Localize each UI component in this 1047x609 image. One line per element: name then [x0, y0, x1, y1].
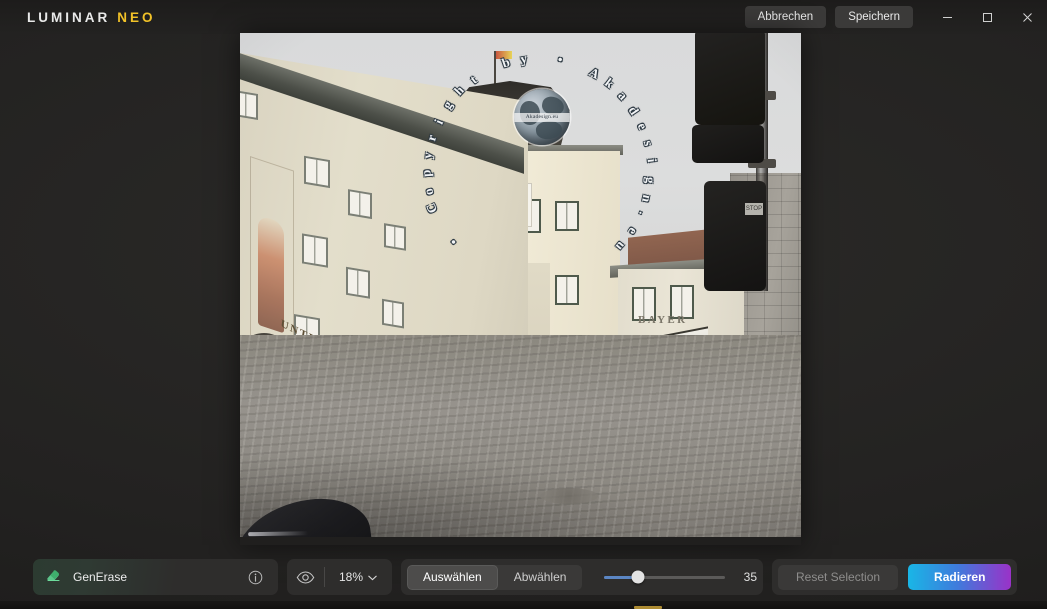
- deselect-mode-button[interactable]: Abwählen: [498, 565, 583, 590]
- action-panel: Reset Selection Radieren: [772, 559, 1018, 595]
- select-mode-button[interactable]: Auswählen: [407, 564, 498, 590]
- fresco-figure: [258, 214, 284, 334]
- taskbar-strip: [0, 601, 1047, 609]
- tool-panel: GenErase: [33, 559, 278, 595]
- window: [382, 298, 404, 329]
- photo: STADT BAYER BA: [240, 33, 801, 545]
- window: [304, 155, 330, 189]
- title-bar-actions: Abbrechen Speichern: [736, 0, 1047, 34]
- title-bar: LUMINAR NEO Abbrechen Speichern: [0, 0, 1047, 34]
- brush-size-value: 35: [743, 570, 757, 584]
- image-canvas[interactable]: STADT BAYER BA: [240, 33, 801, 545]
- window: [302, 233, 328, 268]
- close-icon[interactable]: [1007, 0, 1047, 34]
- save-button[interactable]: Speichern: [835, 6, 913, 28]
- info-icon[interactable]: [244, 566, 266, 588]
- selection-mode-toggle: Auswählen Abwählen: [407, 564, 583, 590]
- brush-size-slider[interactable]: 35: [604, 570, 757, 584]
- car-hood-glint: [248, 531, 309, 537]
- window: [346, 266, 370, 299]
- window: [555, 275, 579, 305]
- window: [555, 201, 579, 231]
- photo-letterbox: [240, 537, 801, 545]
- traffic-signal-housing: [692, 125, 764, 163]
- app-logo-luminar: LUMINAR: [27, 9, 111, 25]
- cancel-button[interactable]: Abbrechen: [744, 6, 827, 28]
- roof-flag: [496, 51, 512, 59]
- chevron-down-icon: [368, 570, 377, 584]
- erase-button[interactable]: Radieren: [908, 564, 1012, 590]
- maximize-icon[interactable]: [967, 0, 1007, 34]
- shop-sign-bayer: BAYER: [638, 314, 688, 326]
- traffic-signal-housing: [695, 33, 765, 125]
- app-logo: LUMINAR NEO: [27, 10, 156, 25]
- window: [348, 189, 372, 220]
- traffic-signal-housing: [704, 181, 766, 291]
- zoom-level-label: 18%: [338, 570, 364, 584]
- selection-panel: Auswählen Abwählen 35: [401, 559, 763, 595]
- reset-selection-button[interactable]: Reset Selection: [778, 564, 899, 590]
- app-logo-neo: NEO: [117, 9, 156, 25]
- zoom-level-dropdown[interactable]: 18%: [332, 567, 384, 587]
- window: [384, 223, 406, 251]
- luminar-neo-window: LUMINAR NEO Abbrechen Speichern BAYER ST…: [0, 0, 1047, 609]
- eye-icon[interactable]: [295, 566, 317, 588]
- brush-slider-track[interactable]: [604, 570, 725, 584]
- minimize-icon[interactable]: [927, 0, 967, 34]
- tool-name-label: GenErase: [73, 570, 128, 584]
- bottom-toolbar: GenErase 18% Auswählen Abwählen 35 Reset…: [0, 555, 1047, 599]
- eraser-icon: [45, 566, 62, 588]
- manhole-cover: [540, 488, 598, 504]
- tower-window: [532, 109, 544, 124]
- window: [240, 90, 258, 121]
- signal-plate: STOP: [745, 203, 763, 215]
- brush-slider-knob[interactable]: [631, 570, 645, 584]
- view-panel: 18%: [287, 559, 392, 595]
- view-divider: [323, 567, 325, 587]
- tool-panel-left: GenErase: [45, 566, 127, 588]
